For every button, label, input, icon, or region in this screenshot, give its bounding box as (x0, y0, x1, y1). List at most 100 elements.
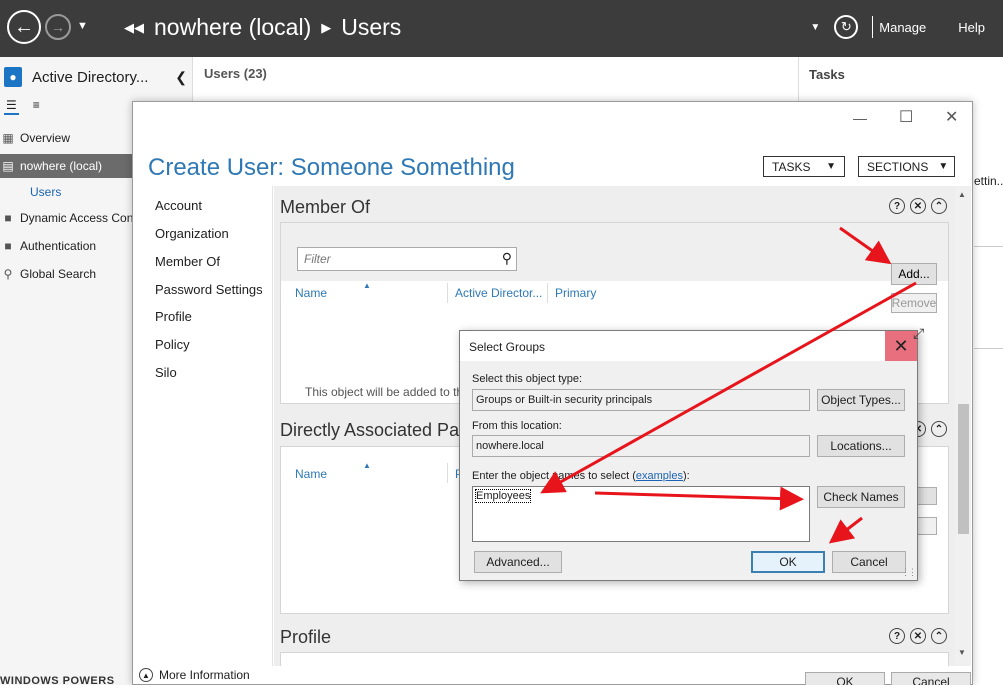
member-of-hint: This object will be added to th (305, 385, 464, 399)
section-link-policy[interactable]: Policy (155, 337, 190, 352)
enter-names-text: Enter the object names to select ( (472, 470, 636, 482)
breadcrumb: ◀◀ nowhere (local) ▶ Users (124, 14, 401, 41)
section-sidebar: Account Organization Member Of Password … (133, 186, 273, 666)
more-information-label: More Information (159, 668, 250, 682)
sort-ascending-icon: ▲ (363, 281, 371, 290)
section-link-organization[interactable]: Organization (155, 226, 229, 241)
column-header-name[interactable]: Name (295, 286, 327, 300)
password-section-title: Directly Associated Pass (280, 420, 478, 440)
filter-input[interactable]: Filter ⚲ (297, 247, 517, 271)
section-link-password-settings[interactable]: Password Settings (155, 282, 263, 297)
tasks-dropdown[interactable]: TASKS ▼ (763, 156, 845, 177)
folder-icon: ■ (4, 239, 12, 253)
scroll-thumb[interactable] (958, 404, 969, 534)
resize-grip-icon[interactable]: ⋮⋮ (901, 567, 917, 578)
column-divider (447, 283, 448, 303)
object-type-field: Groups or Built-in security principals (472, 389, 810, 411)
list-view-icon[interactable]: ☰ (4, 97, 19, 115)
object-type-label: Select this object type: (472, 373, 583, 385)
help-icon[interactable]: ? (889, 628, 905, 644)
nav-item-label: Overview (20, 131, 71, 145)
object-types-button[interactable]: Object Types... (817, 389, 905, 411)
history-dropdown-icon[interactable]: ▼ (77, 20, 88, 32)
scroll-down-icon[interactable]: ▼ (958, 648, 966, 657)
breadcrumb-separator-icon: ▶ (321, 19, 332, 35)
section-link-member-of[interactable]: Member Of (155, 254, 220, 269)
divider (974, 348, 1003, 349)
column-header-name[interactable]: Name (295, 467, 327, 481)
entered-object-name: Employees (474, 489, 532, 503)
collapse-icon[interactable]: ⌃ (931, 421, 947, 437)
help-icon[interactable]: ? (889, 198, 905, 214)
back-arrow-icon[interactable]: ← (7, 10, 41, 44)
nav-item-label: nowhere (local) (20, 159, 103, 173)
dialog-title: Select Groups (469, 340, 546, 354)
sections-dropdown[interactable]: SECTIONS ▼ (858, 156, 955, 177)
advanced-button[interactable]: Advanced... (474, 551, 562, 573)
ok-button[interactable]: OK (751, 551, 825, 573)
nav-item-label: Global Search (20, 267, 97, 281)
sections-dropdown-label: SECTIONS (867, 159, 929, 174)
nav-item-label: Authentication (20, 239, 97, 253)
server-icon: ▤ (2, 159, 14, 173)
close-icon[interactable]: ✕ (910, 198, 926, 214)
list-count: (23) (243, 66, 267, 81)
manage-menu[interactable]: Manage (879, 20, 926, 35)
member-of-controls: ? ✕ ⌃ (889, 198, 947, 214)
collapse-icon[interactable]: ⌃ (931, 198, 947, 214)
list-title: Users (23) (204, 66, 267, 81)
collapse-chevron-icon[interactable]: ❮ (175, 69, 187, 86)
forward-arrow-icon[interactable]: → (45, 14, 71, 40)
breadcrumb-collapse-icon[interactable]: ◀◀ (124, 20, 144, 36)
grid-icon: ▦ (2, 131, 14, 145)
section-link-profile[interactable]: Profile (155, 309, 192, 324)
divider (974, 246, 1003, 247)
check-names-button[interactable]: Check Names (817, 486, 905, 508)
title-bar: ← → ▼ ◀◀ nowhere (local) ▶ Users ▼ ↻ Man… (0, 0, 1003, 57)
resize-cursor-icon: ⤢ (913, 325, 925, 341)
tree-view-icon[interactable]: ≡ (31, 97, 42, 115)
ok-button[interactable]: OK (805, 672, 885, 685)
column-divider (547, 283, 548, 303)
scroll-up-icon[interactable]: ▲ (958, 190, 966, 199)
remove-button[interactable]: Remove (891, 293, 937, 313)
expand-icon[interactable]: ▲ (139, 668, 153, 682)
locations-button[interactable]: Locations... (817, 435, 905, 457)
tasks-dropdown-label: TASKS (772, 159, 811, 174)
breadcrumb-domain[interactable]: nowhere (local) (154, 14, 311, 41)
chevron-down-icon: ▼ (938, 161, 949, 172)
divider (872, 16, 874, 38)
collapse-icon[interactable]: ⌃ (931, 628, 947, 644)
vertical-scrollbar[interactable]: ▲ ▼ (955, 186, 971, 666)
object-names-textarea[interactable]: Employees (472, 486, 810, 542)
enter-names-text-end: ): (682, 470, 690, 482)
close-icon[interactable]: ✕ (945, 107, 958, 127)
profile-section-title: Profile (280, 627, 332, 647)
examples-link[interactable]: examples (636, 470, 683, 482)
refresh-icon[interactable]: ↻ (834, 15, 859, 39)
sort-ascending-icon: ▲ (363, 461, 371, 470)
column-header-active-directory[interactable]: Active Director... (455, 286, 542, 300)
tasks-fragment[interactable]: ettin... (974, 174, 1003, 188)
filter-placeholder: Filter (304, 252, 331, 266)
section-link-silo[interactable]: Silo (155, 365, 177, 380)
cancel-button[interactable]: Cancel (891, 672, 971, 685)
search-icon[interactable]: ⚲ (502, 250, 512, 267)
dialog-title-bar: Select Groups ✕ (460, 331, 917, 361)
enter-names-label: Enter the object names to select (exampl… (472, 470, 690, 482)
chevron-down-icon: ▼ (826, 161, 836, 172)
column-divider (447, 463, 448, 483)
close-icon[interactable]: ✕ (910, 628, 926, 644)
help-menu[interactable]: Help (958, 20, 985, 35)
maximize-icon[interactable]: ☐ (899, 107, 913, 127)
breadcrumb-users[interactable]: Users (341, 14, 401, 41)
add-button[interactable]: Add... (891, 263, 937, 285)
cancel-button[interactable]: Cancel (832, 551, 906, 573)
section-link-account[interactable]: Account (155, 198, 202, 213)
profile-section-panel (280, 652, 949, 666)
column-header-primary[interactable]: Primary (555, 286, 596, 300)
member-of-title: Member Of (280, 197, 371, 217)
nav-title: Active Directory... (32, 68, 149, 86)
breadcrumb-dropdown-icon[interactable]: ▼ (810, 22, 820, 33)
minimize-icon[interactable]: — (853, 110, 867, 126)
